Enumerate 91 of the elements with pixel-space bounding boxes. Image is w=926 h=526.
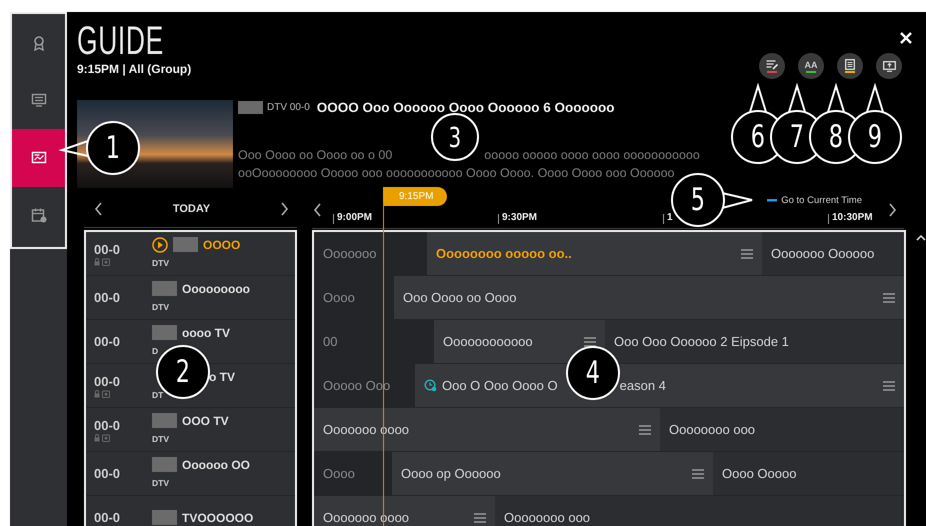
program-title: Ooo O Ooo Oooo O [442,378,558,393]
program-title: 00 [323,334,338,349]
program-cell[interactable]: Oooooooo ooooo oo.. [427,232,762,275]
callout-pointer [749,85,767,113]
program-title: Oooooooooooo [443,334,533,349]
chevron-left-icon[interactable] [94,202,103,216]
program-title: Oooooooo ooooo oo.. [436,246,572,261]
channel-number: 00-0 [94,290,122,305]
play-icon [152,236,168,252]
program-cell[interactable]: Oooo [314,452,392,495]
program-cell[interactable]: Ooo Oooo oo Oooo [394,276,904,319]
go-to-current-time-label: Go to Current Time [781,195,862,206]
callout-pointer [721,192,753,209]
time-label: 9:30PM [502,212,538,223]
program-cell[interactable]: 00 [314,320,434,363]
program-cell[interactable]: Oooo [314,276,394,319]
program-cell[interactable]: Oooo op Oooooo [392,452,713,495]
callout-pointer [61,140,89,157]
channel-name: TVOOOOOO [182,510,254,524]
day-label: TODAY [172,202,210,214]
picture-icon [30,150,46,166]
calendar-clock-icon [30,207,46,224]
channel-number: 00-0 [94,242,122,256]
channel-row[interactable]: 00-0 OOOO DTV [86,232,295,276]
channel-name: Ooooooooo [182,282,250,296]
channel-name: Oooooo OO [182,458,250,472]
time-label: 10:30PM [832,212,873,223]
channel-logo [238,100,263,114]
channel-name: oooo TV [182,326,230,340]
chevron-right-icon[interactable] [888,203,897,217]
channel-number: 00-0 [94,418,122,432]
program-description: ooooo ooooo oooo oooo ooooooooooo [484,147,700,164]
list-icon [845,59,855,70]
channel-row[interactable]: 00-0 OOO TV DTV [86,408,295,452]
channel-type: DTV [152,434,169,444]
channel-name: OOOO [203,238,240,252]
menu-icon[interactable] [883,380,895,390]
program-title: OOOO Ooo Oooooo Oooo Oooooo 6 Ooooooo [316,100,614,114]
channel-label: DTV 00-0 [267,102,310,112]
key-hint-icon [767,199,778,202]
guide-subtitle: 9:15PM | All (Group) [77,62,192,76]
menu-icon[interactable] [692,468,704,478]
channel-row[interactable]: 00-0 TVOOOOOO [86,496,295,526]
program-description: Ooo Oooo oo Oooo oo o 00 [238,147,392,164]
time-label: 9:00PM [337,212,372,223]
menu-icon[interactable] [883,292,895,302]
caret-up-icon[interactable] [916,234,926,241]
program-title: Ooo Oooo oo Oooo [403,290,516,305]
screen-icon [882,60,896,72]
chevron-right-icon[interactable] [280,202,289,216]
program-title: Oooooooo ooo [669,422,756,437]
sidebar-item[interactable] [12,129,65,186]
text-size-button[interactable]: AA [798,53,824,79]
channel-number: 00-0 [94,374,122,388]
channel-name: OOO TV [182,414,229,428]
edit-list-button[interactable] [759,53,785,79]
channel-type: DTV [152,478,169,488]
menu-icon[interactable] [741,248,753,258]
program-title: Oooooooo ooo [504,510,590,525]
chevron-left-icon[interactable] [313,203,322,217]
program-title: Ooooooo Oooooo [771,246,874,261]
menu-icon[interactable] [474,512,486,522]
program-title: Oooo op Oooooo [401,466,501,481]
program-title: Oooo [323,466,355,481]
menu-icon[interactable] [584,336,596,346]
screen-icon [30,92,46,108]
channel-type: DTV [152,258,169,268]
time-label: 1 [667,212,673,223]
guide-title: GUIDE [77,21,164,61]
callout-pointer [788,85,806,113]
channel-type: DTV [152,302,169,312]
callout-pointer [866,85,884,113]
channel-type: D [152,346,158,356]
channel-number: 00-0 [94,466,122,481]
close-icon[interactable] [900,32,912,44]
edit-list-icon [766,60,778,70]
callout-pointer [827,85,845,113]
program-title: Oooo Ooooo [722,466,796,481]
program-title: Oooo [323,290,355,305]
program-title: Ooooooo [323,246,376,261]
program-title: eason 4 [620,378,666,393]
channel-row[interactable]: 00-0 Ooooooooo DTV [86,276,295,320]
channel-number: 00-0 [94,334,122,349]
channel-row[interactable]: 00-0 Oooooo OO DTV [86,452,295,496]
list-button[interactable] [837,53,863,79]
program-title: Ooo Ooo Oooooo 2 Eipsode 1 [614,334,789,349]
channel-name: o TV [209,370,235,384]
program-cell[interactable]: Ooooooo [314,232,427,275]
screen-button[interactable] [876,53,902,79]
menu-icon[interactable] [639,424,651,434]
channel-number: 00-0 [94,510,122,525]
